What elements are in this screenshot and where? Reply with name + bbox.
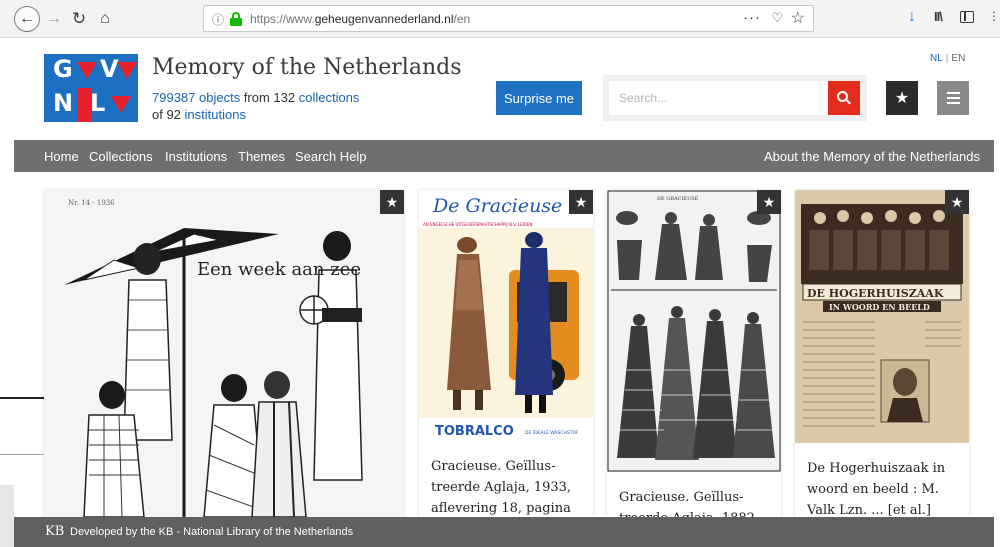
card-image[interactable]: De Gracieuse AN ENGELSCHE UITGEVERSMAATS… (419, 190, 593, 442)
objects-link[interactable]: 799387 objects (152, 90, 240, 105)
edge-divider (0, 397, 44, 399)
nav-institutions[interactable]: Institutions (165, 149, 227, 164)
logo-letter-g: G (53, 55, 73, 83)
card-image[interactable]: DE GRACIEUSE (607, 190, 781, 472)
plate-header: DE GRACIEUSE (657, 196, 699, 202)
page-actions-icon[interactable]: ··· (743, 9, 761, 26)
search-button[interactable] (828, 81, 860, 115)
url-prefix: https://www. (250, 12, 315, 26)
card-title[interactable]: Gracieuse. Geïllus-treerde Aglaja, 1933,… (431, 456, 581, 517)
card-image[interactable]: DE HOGERHUISZAAK IN WOORD EN BEELD (795, 190, 969, 443)
pocket-icon[interactable]: ♡ (771, 10, 783, 26)
nav-home[interactable]: Home (44, 149, 79, 164)
result-card[interactable]: DE GRACIEUSE Gracieuse. Geïllus- ★ (607, 190, 781, 517)
lang-nl-link[interactable]: NL (930, 53, 943, 64)
card-title[interactable]: De Hogerhuiszaak in woord en beeld : M. … (807, 458, 957, 517)
result-card[interactable]: Nr. 14 - 1936 Een week aan zee ★ (44, 190, 404, 517)
illustration-caption: Een week aan zee (197, 259, 361, 280)
nav-search-help[interactable]: Search Help (295, 149, 367, 164)
newspaper-banner: DE HOGERHUISZAAK (807, 287, 944, 300)
kb-logo[interactable]: KB (45, 524, 64, 539)
nav-themes[interactable]: Themes (238, 149, 285, 164)
forward-icon[interactable]: → (46, 7, 62, 31)
card-title[interactable]: Gracieuse. Geïllus-treerde Aglaja, 1882 (619, 487, 769, 517)
url-host: geheugenvannederland.nl (314, 12, 454, 26)
nav-about[interactable]: About the Memory of the Netherlands (764, 149, 980, 164)
card-favorite-star-icon[interactable]: ★ (569, 190, 593, 214)
magazine-title: De Gracieuse (432, 195, 562, 217)
home-icon[interactable]: ⌂ (96, 7, 114, 31)
magazine-subtitle: AN ENGELSCHE UITGEVERSMAATSCHAPPIJ N.V. … (423, 222, 533, 227)
newspaper-illustration: DE HOGERHUISZAAK IN WOORD EN BEELD (795, 190, 969, 443)
bookmark-star-icon[interactable]: ☆ (791, 8, 805, 28)
collections-link[interactable]: collections (299, 90, 360, 105)
main-nav: Home Collections Institutions Themes Sea… (14, 140, 994, 172)
card-favorite-star-icon[interactable]: ★ (945, 190, 969, 214)
logo-letter-n: N (53, 89, 74, 117)
site-logo[interactable]: G V N L (44, 54, 138, 122)
newspaper-banner-sub: IN WOORD EN BEELD (829, 302, 930, 312)
svg-text:Nr. 14 - 1936: Nr. 14 - 1936 (68, 199, 115, 207)
surprise-me-button[interactable]: Surprise me (496, 81, 582, 115)
lang-separator: | (945, 53, 949, 64)
fashion-plate-illustration: DE GRACIEUSE (607, 190, 781, 472)
result-card[interactable]: DE HOGERHUISZAAK IN WOORD EN BEELD De Ho… (795, 190, 969, 517)
logo-triangle-icon (111, 96, 131, 113)
stats-from-text: from 132 (240, 90, 299, 105)
url-path: /en (453, 12, 471, 26)
stats-of-text: of 92 (152, 107, 185, 122)
nav-collections[interactable]: Collections (89, 149, 153, 164)
beach-illustration: Nr. 14 - 1936 Een week aan zee (44, 190, 404, 517)
footer-credit: Developed by the KB - National Library o… (70, 526, 354, 538)
stats-line: 799387 objects from 132 collections (152, 90, 359, 105)
site-title[interactable]: Memory of the Netherlands (152, 55, 462, 80)
favorites-button[interactable]: ★ (886, 81, 918, 115)
url-text[interactable]: https://www.geheugenvannederland.nl/en (250, 12, 470, 26)
stats-line-2: of 92 institutions (152, 107, 246, 122)
page: ← → ↻ ⌂ ⓘ https://www.geheugenvannederla… (0, 0, 1000, 547)
edge-divider (0, 454, 44, 455)
footer-bar: KB Developed by the KB - National Librar… (14, 517, 994, 547)
download-icon[interactable]: ↓ (908, 8, 916, 26)
browser-toolbar: ← → ↻ ⌂ ⓘ https://www.geheugenvannederla… (0, 0, 1000, 38)
card-image[interactable]: Nr. 14 - 1936 Een week aan zee (44, 190, 404, 517)
logo-letter-l: L (90, 89, 106, 117)
search-input[interactable] (609, 81, 828, 115)
star-icon: ★ (894, 90, 910, 107)
card-favorite-star-icon[interactable]: ★ (757, 190, 781, 214)
menu-dots-icon[interactable]: ⋮ (988, 9, 1000, 23)
logo-red-block (78, 88, 91, 122)
hamburger-menu-button[interactable] (937, 81, 969, 115)
ad-tagline: DE IDEALE WASCHSTOF (525, 430, 579, 436)
ad-brand: TOBRALCO (435, 424, 514, 439)
language-switcher: NL | EN (930, 53, 965, 64)
lock-icon[interactable] (230, 12, 242, 26)
back-icon[interactable]: ← (14, 6, 40, 32)
result-card[interactable]: De Gracieuse AN ENGELSCHE UITGEVERSMAATS… (419, 190, 593, 517)
search-icon (837, 91, 851, 105)
edge-block (0, 485, 14, 547)
lang-en-link[interactable]: EN (951, 53, 965, 64)
logo-triangle-icon (77, 62, 97, 79)
library-icon[interactable]: II\ (934, 9, 943, 24)
magazine-cover-illustration: De Gracieuse AN ENGELSCHE UITGEVERSMAATS… (419, 190, 593, 442)
logo-triangle-icon (117, 62, 137, 79)
institutions-link[interactable]: institutions (185, 107, 246, 122)
reload-icon[interactable]: ↻ (70, 7, 88, 31)
card-favorite-star-icon[interactable]: ★ (380, 190, 404, 214)
sidebar-icon[interactable] (960, 11, 974, 23)
info-icon[interactable]: ⓘ (212, 11, 224, 28)
address-bar[interactable]: ⓘ https://www.geheugenvannederland.nl/en… (203, 5, 814, 32)
logo-letter-v: V (100, 55, 119, 83)
